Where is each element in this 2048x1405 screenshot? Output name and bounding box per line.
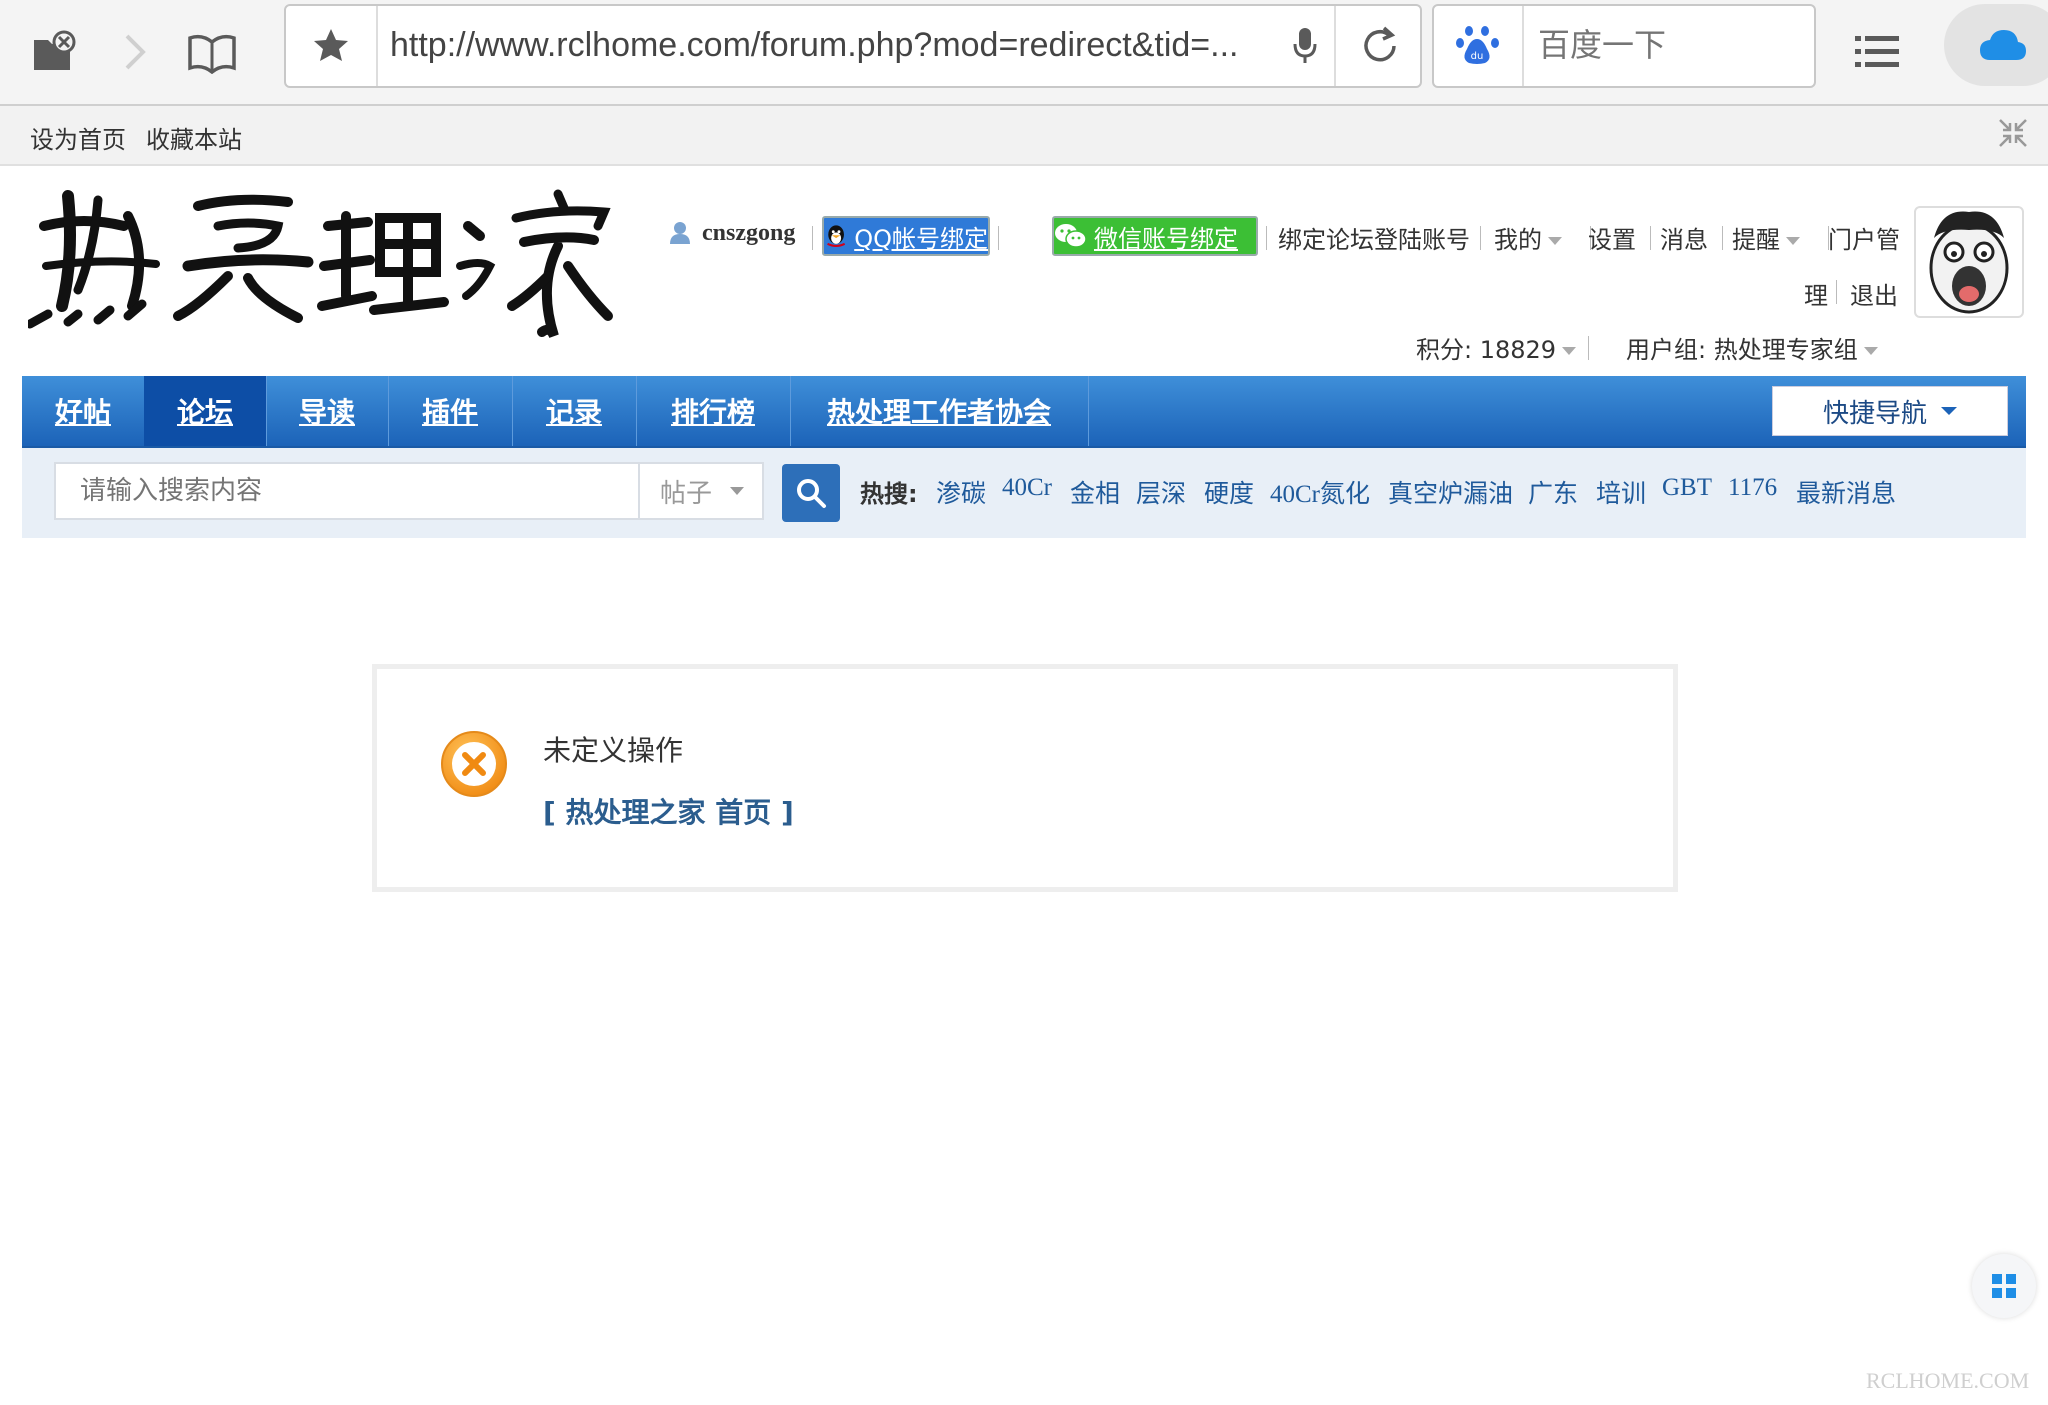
apps-grid-button[interactable] bbox=[1972, 1254, 2036, 1318]
nav-item-rankings[interactable]: 排行榜 bbox=[636, 376, 791, 446]
search-strip: 帖子 热搜: 渗碳 40Cr 金相 层深 硬度 40Cr氮化 真空炉漏油 广东 … bbox=[22, 448, 2026, 538]
forward-icon[interactable] bbox=[108, 26, 160, 78]
nav-item-forum[interactable]: 论坛 bbox=[144, 376, 267, 446]
qq-penguin-icon bbox=[827, 225, 846, 248]
nav-item-plugins[interactable]: 插件 bbox=[388, 376, 513, 446]
hot-search-term[interactable]: 1176 bbox=[1728, 474, 1777, 502]
search-button[interactable] bbox=[782, 464, 840, 522]
user-points[interactable]: 积分: 18829 bbox=[1416, 330, 1577, 365]
tabs-close-icon[interactable] bbox=[28, 26, 80, 78]
portal-admin-link-continued[interactable]: 理 bbox=[1804, 276, 1828, 311]
site-topbar: 设为首页 收藏本站 bbox=[0, 106, 2048, 166]
wechat-bind-button[interactable]: 微信账号绑定 bbox=[1052, 216, 1258, 256]
bookmark-star-icon[interactable] bbox=[286, 6, 378, 86]
home-link[interactable]: [ 热处理之家 首页 ] bbox=[543, 791, 794, 831]
chevron-down-icon bbox=[1941, 407, 1957, 415]
site-logo-calligraphy[interactable] bbox=[25, 186, 618, 346]
username-link[interactable]: cnszgong bbox=[702, 220, 795, 247]
settings-link[interactable]: 设置 bbox=[1588, 220, 1636, 255]
address-bar[interactable]: http://www.rclhome.com/forum.php?mod=red… bbox=[284, 4, 1422, 88]
wechat-icon bbox=[1055, 224, 1087, 248]
chevron-down-icon bbox=[1863, 347, 1878, 355]
chevron-down-icon bbox=[1562, 347, 1577, 355]
separator bbox=[1480, 226, 1481, 250]
logout-link[interactable]: 退出 bbox=[1850, 276, 1898, 311]
hot-search-term[interactable]: 40Cr bbox=[1002, 474, 1052, 502]
hot-search-term[interactable]: 培训 bbox=[1596, 474, 1646, 510]
nav-item-guide[interactable]: 导读 bbox=[266, 376, 389, 446]
hot-search-term[interactable]: 层深 bbox=[1136, 474, 1186, 510]
quick-nav-label: 快捷导航 bbox=[1822, 398, 1927, 429]
grid-icon bbox=[1992, 1274, 2016, 1298]
qq-bind-button[interactable]: QQ帐号绑定 bbox=[822, 216, 990, 256]
user-group[interactable]: 用户组: 热处理专家组 bbox=[1626, 330, 1878, 365]
wechat-bind-label: 微信账号绑定 bbox=[1094, 224, 1238, 253]
separator bbox=[1722, 226, 1723, 250]
user-group-label: 用户组: 热处理专家组 bbox=[1626, 336, 1858, 364]
reading-list-icon[interactable] bbox=[186, 26, 238, 78]
hot-search-term[interactable]: 硬度 bbox=[1204, 474, 1254, 510]
error-message-title: 未定义操作 bbox=[543, 734, 684, 767]
set-homepage-link[interactable]: 设为首页 bbox=[30, 120, 126, 155]
nav-item-records[interactable]: 记录 bbox=[512, 376, 637, 446]
hot-search-label: 热搜: bbox=[860, 480, 918, 508]
watermark: RCLHOME.COM bbox=[1866, 1368, 2030, 1393]
hot-search-term[interactable]: 最新消息 bbox=[1796, 474, 1896, 510]
hot-search-term[interactable]: 金相 bbox=[1070, 474, 1120, 510]
search-type-label: 帖子 bbox=[660, 478, 713, 509]
baidu-search-input[interactable] bbox=[1538, 26, 1798, 64]
mine-menu[interactable]: 我的 bbox=[1494, 220, 1562, 255]
separator bbox=[1650, 226, 1651, 250]
reminders-menu[interactable]: 提醒 bbox=[1732, 220, 1800, 255]
main-nav: 好帖 论坛 导读 插件 记录 排行榜 热处理工作者协会 快捷导航 bbox=[22, 376, 2026, 448]
separator bbox=[998, 226, 999, 250]
bind-forum-account-link[interactable]: 绑定论坛登陆账号 bbox=[1278, 220, 1470, 255]
portal-admin-link[interactable]: 门户管 bbox=[1828, 220, 1900, 255]
baidu-search-box[interactable]: du bbox=[1432, 4, 1816, 88]
search-type-select[interactable]: 帖子 bbox=[638, 462, 764, 520]
search-icon bbox=[797, 479, 826, 508]
microphone-icon[interactable] bbox=[1284, 6, 1326, 86]
hot-search-term[interactable]: 真空炉漏油 bbox=[1388, 474, 1513, 510]
mine-label: 我的 bbox=[1494, 226, 1542, 254]
baidu-paw-icon[interactable]: du bbox=[1434, 6, 1524, 86]
cloud-sync-button[interactable] bbox=[1944, 4, 2048, 86]
reload-icon[interactable] bbox=[1334, 6, 1424, 86]
collapse-icon[interactable] bbox=[1998, 118, 2028, 152]
separator bbox=[1588, 336, 1589, 360]
user-icon bbox=[668, 220, 692, 250]
chevron-down-icon bbox=[1786, 237, 1800, 245]
baidu-badge-text: du bbox=[1471, 51, 1484, 62]
avatar[interactable] bbox=[1914, 206, 2024, 318]
chevron-down-icon bbox=[1548, 237, 1562, 245]
hot-search-term[interactable]: 广东 bbox=[1528, 474, 1578, 510]
error-message-box: 未定义操作 [ 热处理之家 首页 ] bbox=[372, 664, 1678, 892]
bookmark-site-link[interactable]: 收藏本站 bbox=[146, 120, 242, 155]
reminders-label: 提醒 bbox=[1732, 226, 1780, 254]
nav-item-association[interactable]: 热处理工作者协会 bbox=[790, 376, 1089, 446]
search-input[interactable] bbox=[54, 462, 640, 520]
nav-item-good-posts[interactable]: 好帖 bbox=[22, 376, 145, 446]
hot-search-term[interactable]: 40Cr氮化 bbox=[1270, 474, 1370, 510]
qq-bind-label: QQ帐号绑定 bbox=[854, 224, 988, 253]
hot-search-term[interactable]: GBT bbox=[1662, 474, 1712, 502]
error-icon bbox=[439, 729, 509, 799]
separator bbox=[1836, 280, 1837, 304]
separator bbox=[1266, 226, 1267, 250]
hot-search-term[interactable]: 渗碳 bbox=[936, 474, 986, 510]
separator bbox=[812, 226, 813, 250]
messages-link[interactable]: 消息 bbox=[1660, 220, 1708, 255]
chevron-down-icon bbox=[730, 487, 745, 495]
points-label: 积分: 18829 bbox=[1416, 336, 1557, 364]
menu-list-icon[interactable] bbox=[1852, 26, 1904, 78]
browser-toolbar: http://www.rclhome.com/forum.php?mod=red… bbox=[0, 0, 2048, 106]
cloud-icon bbox=[1980, 30, 2026, 60]
quick-nav-button[interactable]: 快捷导航 bbox=[1772, 386, 2008, 436]
